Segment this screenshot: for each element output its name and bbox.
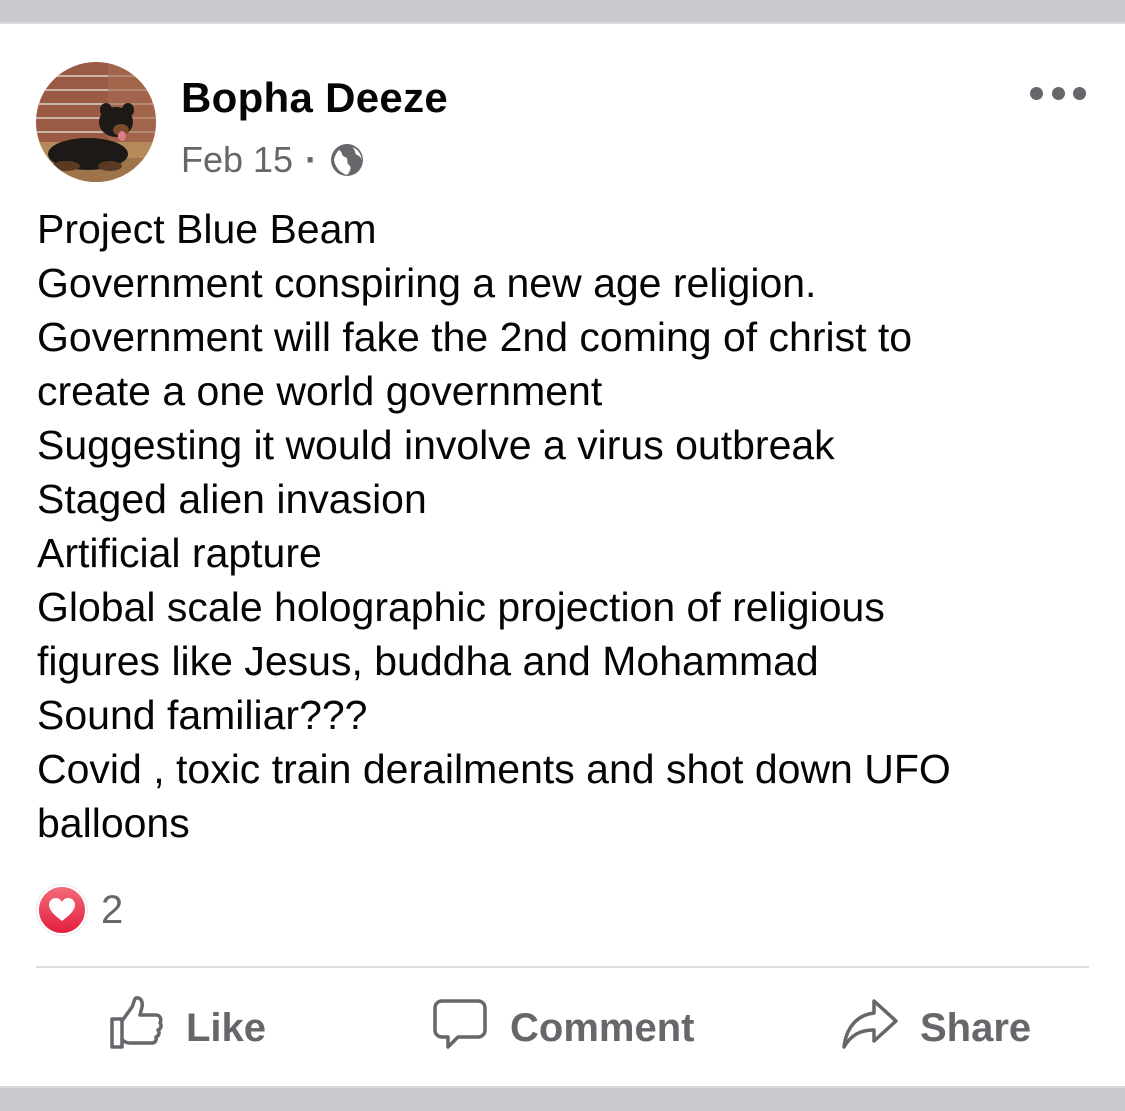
heart-icon <box>37 885 87 935</box>
post-actions: Like Comment Share <box>0 990 1125 1066</box>
comment-label: Comment <box>510 1005 695 1050</box>
post-line: create a one world government <box>37 368 603 414</box>
post-line: Project Blue Beam <box>37 206 377 252</box>
meta-separator: · <box>305 139 318 180</box>
like-button[interactable]: Like <box>106 990 266 1066</box>
more-dot <box>1073 86 1086 100</box>
post-line: balloons <box>37 800 190 846</box>
feed-separator-top <box>0 0 1125 24</box>
feed-separator-bottom <box>0 1086 1125 1111</box>
more-options-icon[interactable] <box>1030 80 1086 106</box>
post-line: Sound familiar??? <box>37 692 368 738</box>
post-line: Artificial rapture <box>37 530 322 576</box>
globe-icon[interactable] <box>329 142 365 178</box>
post-line: Government conspiring a new age religion… <box>37 260 817 306</box>
post-meta: Feb 15 · <box>181 139 365 181</box>
more-dot <box>1051 86 1065 100</box>
post-line: Global scale holographic projection of r… <box>37 584 885 630</box>
comment-icon <box>430 993 490 1063</box>
post-line: figures like Jesus, buddha and Mohammad <box>37 638 819 684</box>
divider <box>36 966 1089 968</box>
share-label: Share <box>920 1005 1032 1050</box>
like-label: Like <box>186 1005 267 1050</box>
post-date[interactable]: Feb 15 <box>181 139 293 181</box>
more-dot <box>1030 86 1043 100</box>
post-line: Covid , toxic train derailments and shot… <box>37 746 951 792</box>
comment-button[interactable]: Comment <box>430 990 694 1066</box>
post-line: Staged alien invasion <box>37 476 427 522</box>
thumbs-up-icon <box>106 993 166 1063</box>
reaction-count: 2 <box>101 887 124 932</box>
post-line: Suggesting it would involve a virus outb… <box>37 422 835 468</box>
avatar-photo <box>36 62 156 182</box>
author-name[interactable]: Bopha Deeze <box>181 74 448 122</box>
share-arrow-icon <box>840 993 900 1063</box>
avatar[interactable] <box>36 62 156 182</box>
post-text: Project Blue Beam Government conspiring … <box>37 202 1097 850</box>
share-button[interactable]: Share <box>840 990 1031 1066</box>
post-line: Government will fake the 2nd coming of c… <box>37 314 913 360</box>
reaction-summary[interactable]: 2 <box>37 885 124 935</box>
